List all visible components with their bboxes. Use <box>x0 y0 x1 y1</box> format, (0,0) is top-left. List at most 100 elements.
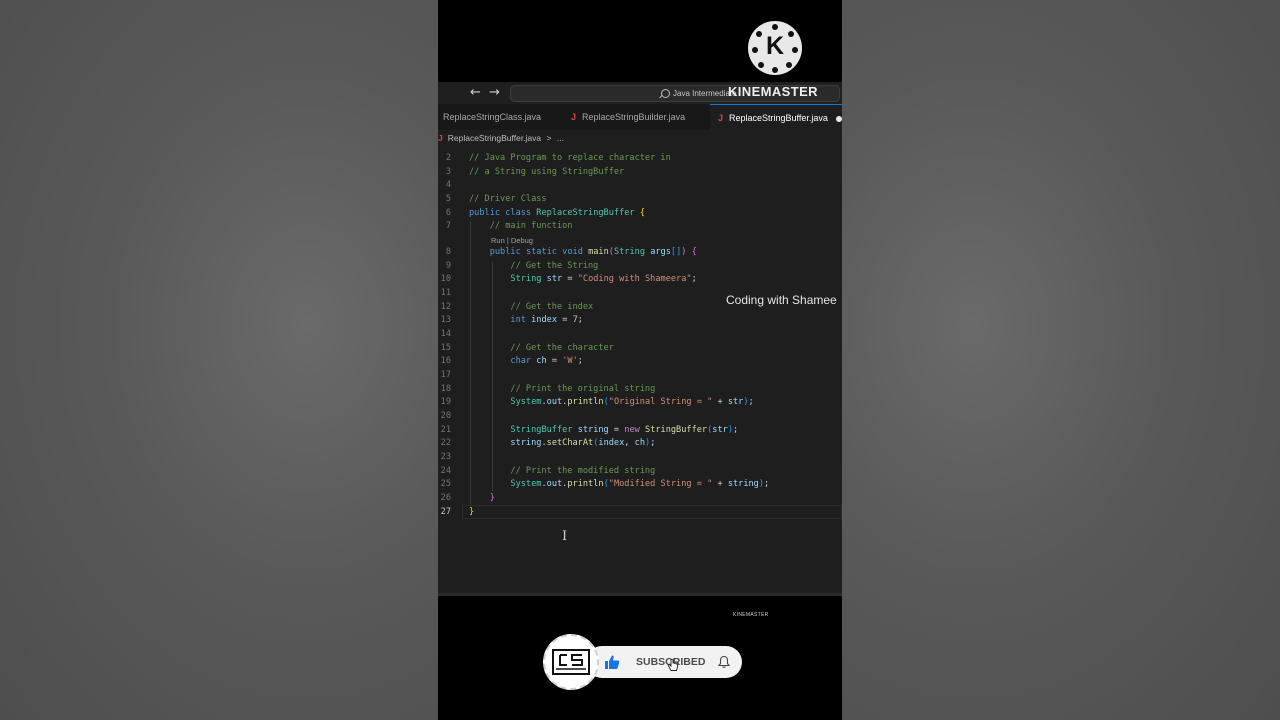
code-line[interactable]: 9 // Get the String <box>438 261 842 275</box>
code-text: // Get the index <box>469 302 594 312</box>
code-text: String str = "Coding with Shameera"; <box>510 274 697 284</box>
channel-logo-icon <box>552 649 590 675</box>
back-arrow-icon[interactable]: ← <box>470 85 481 100</box>
code-line[interactable]: 6 public class ReplaceStringBuffer { <box>438 208 842 222</box>
tab-replace-string-builder[interactable]: J ReplaceStringBuilder.java <box>566 104 706 130</box>
code-line[interactable]: 18 // Print the original string <box>438 384 842 398</box>
line-number: 24 <box>440 466 451 476</box>
code-line[interactable]: 21 StringBuffer string = new StringBuffe… <box>438 425 842 439</box>
code-line[interactable]: 16 char ch = 'W'; <box>438 356 842 370</box>
breadcrumb: J ReplaceStringBuffer.java > ... <box>438 130 842 147</box>
code-text: } <box>489 493 495 503</box>
line-number: 22 <box>440 438 451 448</box>
tab-label: ReplaceStringBuffer.java <box>729 113 828 123</box>
unsaved-changes-dot-icon[interactable] <box>835 115 842 122</box>
breadcrumb-separator: > <box>546 133 552 143</box>
code-text: // Print the modified string <box>469 466 656 476</box>
line-number: 2 <box>445 153 451 163</box>
code-line[interactable]: 26 } <box>438 493 842 507</box>
code-line[interactable]: 19 System.out.println("Original String =… <box>438 397 842 411</box>
java-file-icon: J <box>438 133 443 143</box>
code-text: char ch = 'W'; <box>510 356 583 366</box>
line-number: 20 <box>440 411 451 421</box>
blurred-background-left <box>0 0 438 720</box>
line-number: 18 <box>440 384 451 394</box>
pointer-hand-icon <box>667 659 678 671</box>
code-line[interactable]: 15 // Get the character <box>438 343 842 357</box>
code-text: public class ReplaceStringBuffer { <box>469 208 645 218</box>
code-line[interactable]: 22 string.setCharAt(index, ch); <box>438 438 842 452</box>
code-line[interactable]: 8 public static void main(String args[])… <box>438 247 842 261</box>
code-line[interactable]: 23 <box>438 452 842 466</box>
code-text: System.out.println("Modified String = " … <box>510 479 770 489</box>
channel-watermark: Coding with Shamee <box>726 293 837 307</box>
editor-tab-bar: ReplaceStringClass.java J ReplaceStringBu… <box>438 104 842 130</box>
code-line[interactable]: 13 int index = 7; <box>438 315 842 329</box>
line-number: 19 <box>440 397 451 407</box>
tab-label: ReplaceStringBuilder.java <box>582 112 686 122</box>
line-number: 4 <box>445 180 451 190</box>
logo-dot <box>772 67 778 73</box>
logo-dot <box>758 62 764 68</box>
breadcrumb-more[interactable]: ... <box>557 133 564 143</box>
code-text: int index = 7; <box>510 315 583 325</box>
tab-replace-string-buffer[interactable]: J ReplaceStringBuffer.java <box>710 104 842 130</box>
kinemaster-watermark-text: KINEMASTER <box>728 84 818 99</box>
line-number: 14 <box>440 329 451 339</box>
code-line[interactable]: 20 <box>438 411 842 425</box>
panel-divider <box>438 593 842 596</box>
search-icon <box>661 89 670 98</box>
line-number: 23 <box>440 452 451 462</box>
logo-dot <box>752 47 758 53</box>
line-number: 9 <box>445 261 451 271</box>
java-file-icon: J <box>571 112 577 122</box>
code-line[interactable]: 10 String str = "Coding with Shameera"; <box>438 274 842 288</box>
forward-arrow-icon[interactable]: → <box>489 85 500 100</box>
line-number: 21 <box>440 425 451 435</box>
line-number: 3 <box>445 167 451 177</box>
code-line[interactable]: 7 // main function <box>438 221 842 235</box>
code-line[interactable]: 27} <box>438 507 842 521</box>
code-text: // Print the original string <box>469 384 656 394</box>
java-file-icon: J <box>718 113 724 123</box>
code-line[interactable]: 2 // Java Program to replace character in <box>438 153 842 167</box>
code-text: public static void main(String args[]) { <box>489 247 697 257</box>
tab-replace-string-class[interactable]: ReplaceStringClass.java <box>443 104 567 130</box>
line-number: 8 <box>445 247 451 257</box>
code-line[interactable]: 25 System.out.println("Modified String =… <box>438 479 842 493</box>
thumbs-up-icon <box>605 655 620 669</box>
line-number: 16 <box>440 356 451 366</box>
code-text: // Get the character <box>469 343 614 353</box>
video-frame: K ← → Java Intermediate KINEMASTER Repla… <box>438 0 842 720</box>
line-number: 13 <box>440 315 451 325</box>
bell-icon[interactable] <box>717 655 731 669</box>
breadcrumb-file[interactable]: ReplaceStringBuffer.java <box>448 133 541 143</box>
line-number: 27 <box>440 507 451 517</box>
channel-avatar[interactable] <box>543 634 599 690</box>
line-number: 25 <box>440 479 451 489</box>
code-line[interactable]: 3 // a String using StringBuffer <box>438 167 842 181</box>
code-line[interactable]: 4 <box>438 180 842 194</box>
code-line[interactable]: 14 <box>438 329 842 343</box>
subscribe-button[interactable]: SUBSCRIBED <box>586 646 742 678</box>
line-number: 12 <box>440 302 451 312</box>
code-text: // Driver Class <box>469 194 547 204</box>
line-number: 15 <box>440 343 451 353</box>
code-text: // main function <box>469 221 573 231</box>
tab-label: ReplaceStringClass.java <box>443 112 542 122</box>
code-editor[interactable]: 2 // Java Program to replace character in… <box>438 147 842 593</box>
kinemaster-small-mark: KINEMASTER <box>733 612 769 618</box>
code-text: // a String using StringBuffer <box>469 167 625 177</box>
code-line[interactable]: 24 // Print the modified string <box>438 466 842 480</box>
code-line[interactable]: 5 // Driver Class <box>438 194 842 208</box>
code-text: StringBuffer string = new StringBuffer(s… <box>510 425 739 435</box>
line-number: 11 <box>440 288 451 298</box>
blurred-background-right <box>842 0 1280 720</box>
kinemaster-logo: K <box>748 21 802 75</box>
codelens-run-debug[interactable]: Run | Debug <box>491 236 533 245</box>
logo-dot <box>786 62 792 68</box>
logo-dot <box>756 31 762 37</box>
code-text: string.setCharAt(index, ch); <box>510 438 656 448</box>
code-text: } <box>469 507 475 517</box>
code-line[interactable]: 17 <box>438 370 842 384</box>
